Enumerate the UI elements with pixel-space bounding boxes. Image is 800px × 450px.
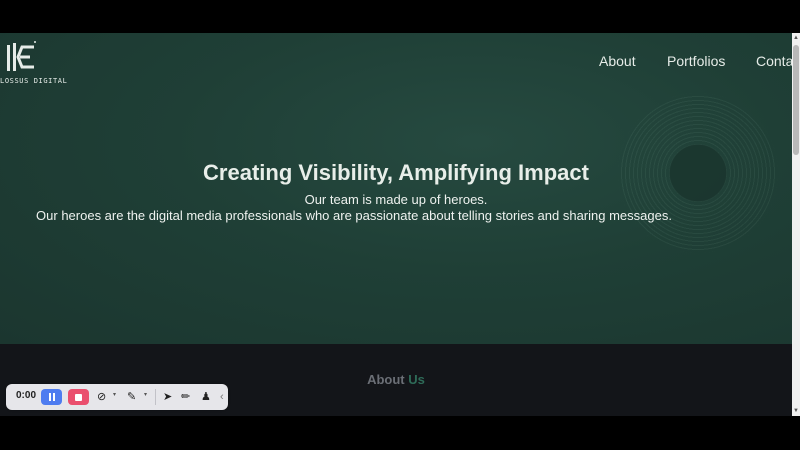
- nav-contact[interactable]: Conta: [756, 53, 792, 69]
- camera-options-caret-icon[interactable]: ▾: [113, 391, 116, 398]
- scroll-up-arrow-icon[interactable]: ▲: [792, 33, 800, 43]
- logo-mark-icon: [7, 41, 36, 71]
- hero-subtitle-line1: Our team is made up of heroes.: [304, 192, 488, 207]
- hero-title: Creating Visibility, Amplifying Impact: [203, 160, 589, 185]
- scroll-down-arrow-icon[interactable]: ▼: [792, 406, 800, 416]
- pause-button[interactable]: [41, 389, 62, 405]
- nav-about[interactable]: About: [599, 53, 636, 69]
- about-heading-part1: About: [367, 372, 405, 387]
- hero-section: LOSSUS DIGITAL About Portfolios Conta Cr…: [0, 33, 792, 344]
- collapse-chevron-icon[interactable]: ‹: [220, 390, 224, 404]
- logo[interactable]: LOSSUS DIGITAL: [0, 37, 67, 87]
- scroll-thumb[interactable]: [793, 45, 799, 155]
- vertical-scrollbar[interactable]: ▲ ▼: [792, 33, 800, 416]
- logo-text: LOSSUS DIGITAL: [0, 77, 68, 85]
- screen-recorder-toolbar: 0:00 ⊘ ▾ ✎ ▾ ➤ ✏ ♟ ‹: [6, 384, 228, 410]
- recording-timer: 0:00: [16, 390, 37, 401]
- browser-viewport: LOSSUS DIGITAL About Portfolios Conta Cr…: [0, 33, 800, 416]
- mic-options-caret-icon[interactable]: ▾: [144, 391, 147, 398]
- pen-icon[interactable]: ✏: [181, 390, 190, 404]
- nav-portfolios[interactable]: Portfolios: [667, 53, 725, 69]
- stop-button[interactable]: [68, 389, 89, 405]
- highlighter-icon[interactable]: ♟: [201, 390, 211, 404]
- about-heading-part2: Us: [408, 372, 425, 387]
- hero-subtitle-line2: Our heroes are the digital media profess…: [36, 208, 672, 223]
- pointer-icon[interactable]: ➤: [163, 390, 172, 404]
- toolbar-divider: [155, 389, 156, 405]
- camera-off-icon[interactable]: ⊘: [97, 390, 106, 404]
- mic-off-icon[interactable]: ✎: [127, 390, 136, 404]
